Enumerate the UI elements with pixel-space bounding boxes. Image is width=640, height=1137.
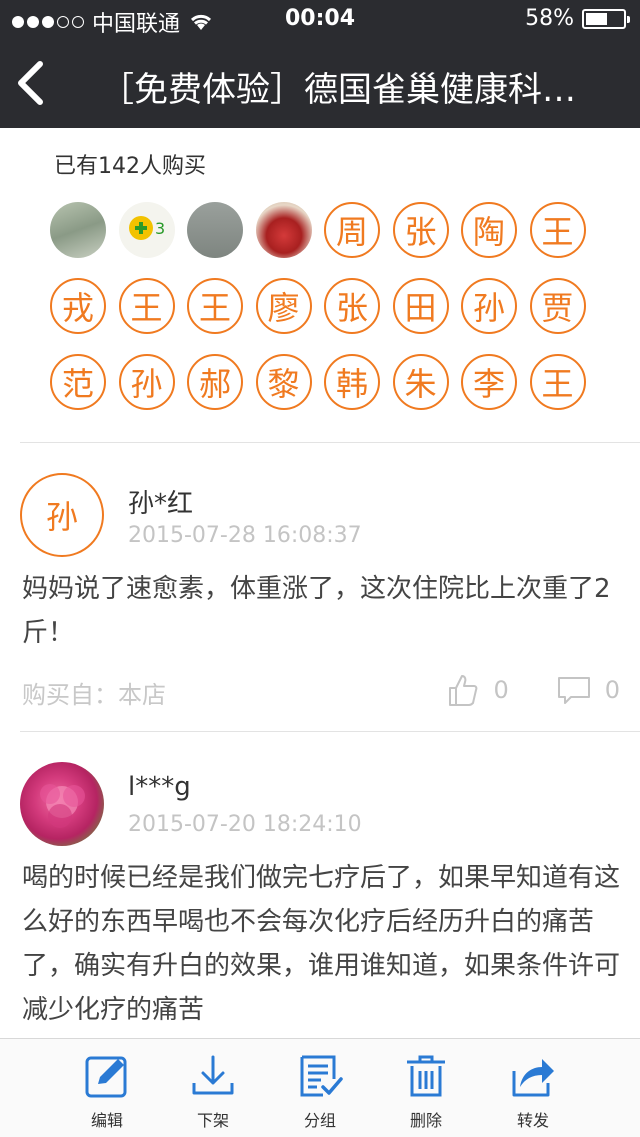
edit-button[interactable]: 编辑 [67,1053,147,1131]
buyer-avatar[interactable]: 王 [529,202,586,258]
review-text: 喝的时候已经是我们做完七疗后了，如果早知道有这么好的东西早喝也不会每次化疗后经历… [22,863,621,1025]
group-label: 分组 [303,1111,336,1130]
buyer-avatar[interactable]: 郝 [187,354,243,410]
share-button[interactable]: 转发 [493,1053,573,1131]
flower-petals [40,784,85,828]
reviewer-avatar[interactable]: 孙 [20,473,104,557]
review-item: l***g 2015-07-20 18:24:10 喝的时候已经是我们做完七疗后… [0,732,640,1038]
group-button[interactable]: 分组 [280,1053,360,1131]
delete-button[interactable]: 删除 [386,1053,466,1131]
buyer-count: 已有142人购买 [54,154,206,179]
like-button[interactable]: 0 [447,673,509,707]
battery-percent: 58% [525,6,574,31]
buyer-avatar[interactable]: 孙 [461,278,517,334]
comment-count: 0 [604,676,620,704]
buyer-avatar[interactable]: 韩 [324,354,380,410]
edit-icon [85,1056,127,1098]
buyer-avatar[interactable]: 王 [529,354,586,410]
photo-logo-green-icon[interactable]: 3 [118,202,175,258]
review-item: 孙 孙*红 2015-07-28 16:08:37 妈妈说了速愈素，体重涨了，这… [0,443,640,731]
thumbs-up-icon [449,675,478,706]
photo-person-outdoor-icon[interactable] [50,202,106,258]
status-bar: 中国联通 00:04 58% [0,0,640,40]
battery-status: 58% [525,6,630,31]
buyer-avatar[interactable]: 孙 [118,354,175,410]
buyer-avatar[interactable]: 张 [392,202,449,258]
take-down-button[interactable]: 下架 [173,1053,253,1131]
download-icon [192,1055,234,1095]
photo-wedding-icon[interactable] [255,202,312,258]
delete-label: 删除 [409,1111,442,1130]
photo-gray-icon[interactable] [187,202,243,258]
group-list-icon [300,1055,343,1097]
back-button[interactable] [10,58,50,108]
buyer-avatar[interactable]: 王 [118,278,175,334]
reviewer-name: l***g [128,772,191,802]
buyer-avatar[interactable]: 戎 [50,278,106,334]
review-date: 2015-07-20 18:24:10 [128,812,362,837]
review-text: 妈妈说了速愈素，体重涨了，这次住院比上次重了2斤！ [22,574,611,648]
trash-icon [407,1055,445,1097]
reviewer-name: 孙*红 [128,489,194,519]
share-icon [512,1059,554,1097]
chevron-left-icon [18,61,43,105]
like-count: 0 [493,676,509,704]
comment-button[interactable]: 0 [557,675,620,705]
battery-icon [582,8,630,29]
buyer-avatar[interactable]: 王 [187,278,243,334]
share-label: 转发 [516,1111,549,1130]
buyer-avatar[interactable]: 陶 [461,202,517,258]
comment-icon [557,677,590,704]
page-title: ［免费体验］德国雀巢健康科… [100,70,576,110]
navigation-bar: ［免费体验］德国雀巢健康科… [0,40,640,128]
take-down-label: 下架 [196,1111,229,1130]
review-source: 购买自：本店 [22,681,166,709]
buyer-avatar[interactable]: 田 [392,278,449,334]
peony-flower-photo-icon[interactable] [20,762,104,846]
edit-label: 编辑 [90,1111,123,1130]
buyer-avatar[interactable]: 张 [324,278,380,334]
buyer-avatar[interactable]: 朱 [392,354,449,410]
buyer-avatar[interactable]: 黎 [255,354,312,410]
review-date: 2015-07-28 16:08:37 [128,523,362,548]
review-actions: 0 0 [447,673,620,707]
buyer-avatar[interactable]: 范 [50,354,106,410]
buyer-avatar[interactable]: 周 [324,202,380,258]
buyer-avatar[interactable]: 廖 [255,278,312,334]
buyer-avatar[interactable]: 李 [461,354,517,410]
svg-text:3: 3 [155,219,165,238]
buyer-avatar[interactable]: 贾 [529,278,586,334]
bottom-toolbar: 编辑 下架 分组 删除 转发 [0,1038,640,1137]
